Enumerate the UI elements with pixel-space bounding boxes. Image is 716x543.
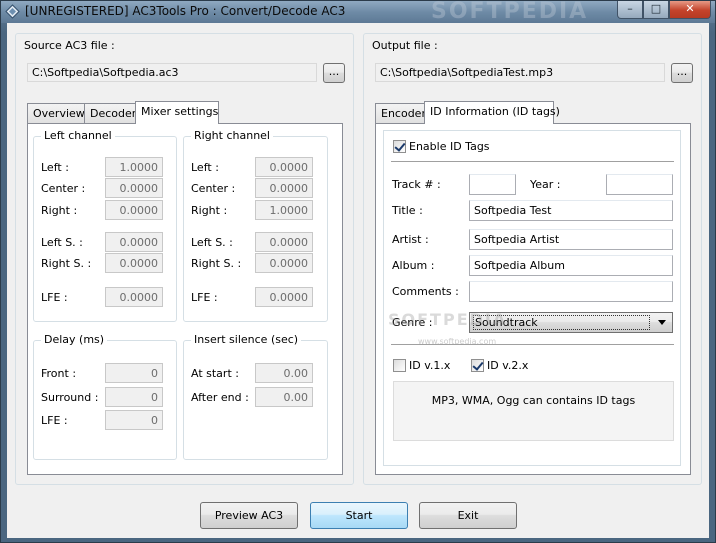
lc-lfe-input[interactable]: 0.0000 (105, 287, 163, 307)
album-input[interactable]: Softpedia Album (469, 255, 673, 276)
lc-center-input[interactable]: 0.0000 (105, 178, 163, 198)
enable-separator (391, 161, 674, 163)
rc-center-label: Center : (191, 182, 236, 195)
artist-input[interactable]: Softpedia Artist (469, 229, 673, 250)
output-browse-button[interactable]: ... (671, 63, 693, 83)
source-browse-button[interactable]: ... (323, 63, 345, 83)
client-area: Source AC3 file : C:\Softpedia\Softpedia… (7, 23, 709, 538)
close-button[interactable]: ✕ (669, 1, 711, 19)
delay-lfe-input[interactable]: 0 (105, 410, 163, 430)
output-path-field[interactable]: C:\Softpedia\SoftpediaTest.mp3 (375, 63, 665, 82)
output-label: Output file : (372, 39, 438, 52)
album-label: Album : (392, 259, 435, 272)
source-label: Source AC3 file : (24, 39, 115, 52)
source-path-field[interactable]: C:\Softpedia\Softpedia.ac3 (27, 63, 317, 82)
rc-left-s-input[interactable]: 0.0000 (255, 232, 313, 252)
comments-input[interactable] (469, 281, 673, 302)
brand-watermark: SOFTPEDIA (431, 0, 589, 24)
silence-start-input[interactable]: 0.00 (255, 363, 313, 383)
tab-decoder[interactable]: Decoder (84, 103, 136, 124)
id-v2-label: ID v.2.x (487, 359, 529, 372)
lc-right-input[interactable]: 0.0000 (105, 200, 163, 220)
tab-mixer-settings[interactable]: Mixer settings (135, 101, 219, 124)
delay-front-label: Front : (41, 367, 77, 380)
mixer-panel: Left channel Left : 1.0000 Center : 0.00… (27, 123, 343, 475)
lc-lfe-label: LFE : (41, 291, 68, 304)
silence-end-label: After end : (191, 391, 249, 404)
silence-group: Insert silence (sec) At start : 0.00 Aft… (183, 333, 328, 460)
artist-label: Artist : (392, 233, 429, 246)
window-title: [UNREGISTERED] AC3Tools Pro : Convert/De… (25, 4, 346, 18)
left-channel-title: Left channel (41, 129, 115, 142)
delay-title: Delay (ms) (41, 333, 108, 346)
silence-title: Insert silence (sec) (191, 333, 302, 346)
output-group: Output file : C:\Softpedia\SoftpediaTest… (363, 33, 702, 485)
id-v1-label: ID v.1.x (409, 359, 451, 372)
enable-id-tags-checkbox[interactable] (393, 140, 406, 153)
lc-right-s-input[interactable]: 0.0000 (105, 253, 163, 273)
rc-left-label: Left : (191, 161, 219, 174)
rc-right-input[interactable]: 1.0000 (255, 200, 313, 220)
rc-lfe-input[interactable]: 0.0000 (255, 287, 313, 307)
id-tags-info-box: MP3, WMA, Ogg can contains ID tags (393, 381, 674, 441)
app-window: [UNREGISTERED] AC3Tools Pro : Convert/De… (0, 0, 716, 543)
delay-surround-label: Surround : (41, 391, 99, 404)
tab-overview[interactable]: Overview (27, 103, 85, 124)
id-tags-info-text: MP3, WMA, Ogg can contains ID tags (431, 394, 636, 407)
lc-left-s-label: Left S. : (41, 236, 83, 249)
chevron-down-icon (658, 320, 666, 325)
lc-right-s-label: Right S. : (41, 257, 92, 270)
track-label: Track # : (392, 178, 441, 191)
delay-surround-input[interactable]: 0 (105, 387, 163, 407)
track-input[interactable] (469, 174, 516, 195)
title-bar[interactable]: [UNREGISTERED] AC3Tools Pro : Convert/De… (1, 0, 715, 24)
left-channel-group: Left channel Left : 1.0000 Center : 0.00… (33, 129, 177, 322)
right-channel-group: Right channel Left : 0.0000 Center : 0.0… (183, 129, 328, 322)
id-tags-panel: Enable ID Tags Track # : Year : Title : … (375, 123, 691, 475)
rc-right-s-label: Right S. : (191, 257, 242, 270)
enable-id-tags-label: Enable ID Tags (409, 140, 490, 153)
window-controls: – □ ✕ (617, 1, 711, 19)
comments-label: Comments : (392, 285, 459, 298)
minimize-button[interactable]: – (617, 1, 643, 19)
app-logo-icon (5, 4, 20, 19)
year-input[interactable] (606, 174, 673, 195)
rc-right-label: Right : (191, 204, 228, 217)
silence-start-label: At start : (191, 367, 239, 380)
preview-ac3-button[interactable]: Preview AC3 (200, 502, 298, 529)
rc-right-s-input[interactable]: 0.0000 (255, 253, 313, 273)
title-input[interactable]: Softpedia Test (469, 200, 673, 221)
lc-left-input[interactable]: 1.0000 (105, 157, 163, 177)
rc-left-input[interactable]: 0.0000 (255, 157, 313, 177)
title-label: Title : (392, 204, 423, 217)
rc-lfe-label: LFE : (191, 291, 218, 304)
lc-center-label: Center : (41, 182, 86, 195)
tab-encoder[interactable]: Encoder (375, 103, 426, 124)
silence-end-input[interactable]: 0.00 (255, 387, 313, 407)
tab-id-information[interactable]: ID Information (ID tags) (424, 101, 560, 124)
source-group: Source AC3 file : C:\Softpedia\Softpedia… (15, 33, 354, 485)
exit-button[interactable]: Exit (419, 502, 517, 529)
rc-center-input[interactable]: 0.0000 (255, 178, 313, 198)
lc-right-label: Right : (41, 204, 78, 217)
softpedia-watermark: SOFTPEDIA (388, 310, 508, 329)
id-v2-checkbox[interactable] (471, 359, 484, 372)
lc-left-label: Left : (41, 161, 69, 174)
lc-left-s-input[interactable]: 0.0000 (105, 232, 163, 252)
delay-group: Delay (ms) Front : 0 Surround : 0 LFE : … (33, 333, 177, 460)
start-button[interactable]: Start (310, 502, 408, 529)
year-label: Year : (530, 178, 561, 191)
delay-lfe-label: LFE : (41, 414, 68, 427)
maximize-button[interactable]: □ (643, 1, 669, 19)
genre-separator (391, 344, 674, 346)
right-channel-title: Right channel (191, 129, 273, 142)
id-v1-checkbox[interactable] (393, 359, 406, 372)
delay-front-input[interactable]: 0 (105, 363, 163, 383)
rc-left-s-label: Left S. : (191, 236, 233, 249)
